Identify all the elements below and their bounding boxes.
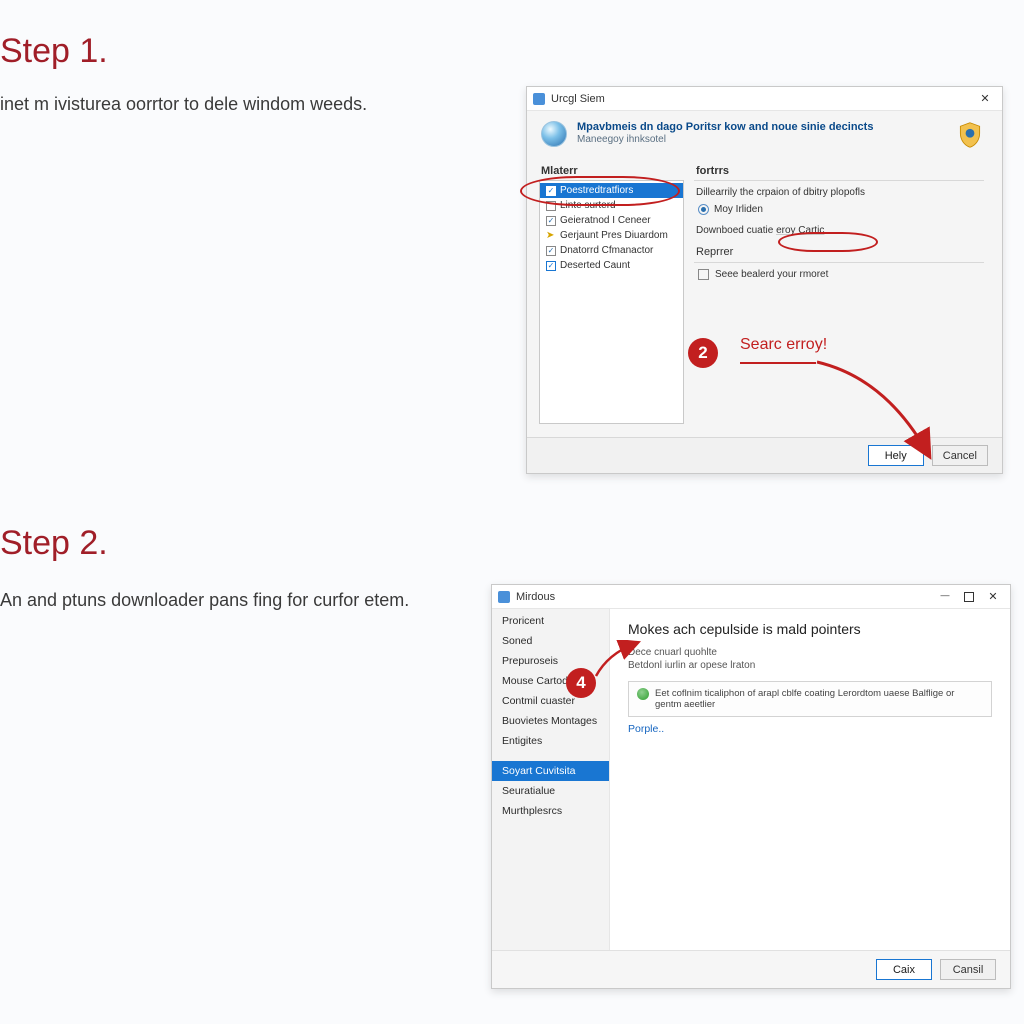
app-icon: [533, 93, 545, 105]
dialog-2: Mirdous Proricent Soned Prepuroseis Mous…: [491, 584, 1011, 989]
step2-heading: Step 2.: [0, 524, 108, 563]
dialog-1: Urcgl Siem Mpavbmeis dn dago Poritsr kow…: [526, 86, 1003, 474]
step1-body-text: inet m ivisturea oorrtor to dele windom …: [0, 92, 367, 116]
content-subtitle: Dece cnuarl quohlte: [628, 647, 992, 658]
repeat-check-label: Seee bealerd your rmoret: [715, 269, 828, 280]
sidebar-item-selected[interactable]: Soyart Cuvitsita: [492, 761, 609, 781]
content-subtitle: Betdonl iurlin ar opese lraton: [628, 660, 992, 671]
dialog2-titlebar: Mirdous: [492, 585, 1010, 609]
dialog1-titlebar: Urcgl Siem: [527, 87, 1002, 111]
cancel-button[interactable]: Cancel: [932, 445, 988, 466]
checkbox-icon: [698, 269, 709, 280]
content-title: Mokes ach cepulside is mald pointers: [628, 621, 992, 637]
tree-item-label: Dnatorrd Cfmanactor: [560, 245, 653, 256]
sidebar-item[interactable]: Murthplesrcs: [492, 801, 609, 821]
close-icon[interactable]: [974, 90, 996, 108]
sidebar-item[interactable]: Prepuroseis: [492, 651, 609, 671]
radio-label: Moy Irliden: [714, 204, 763, 215]
dialog2-sidebar: Proricent Soned Prepuroseis Mouse Cartod…: [492, 609, 610, 950]
repeat-checkbox-row[interactable]: Seee bealerd your rmoret: [698, 269, 990, 280]
checkbox-icon: ✓: [546, 246, 556, 256]
info-icon: [637, 688, 649, 700]
close-icon[interactable]: [982, 588, 1004, 606]
minimize-icon[interactable]: [934, 588, 956, 606]
sidebar-item[interactable]: Proricent: [492, 611, 609, 631]
dialog2-footer: Caix Cansil: [492, 950, 1010, 988]
sidebar-item[interactable]: Buovietes Montages: [492, 711, 609, 731]
radio-icon: [698, 204, 709, 215]
download-row: Downboed cuatie eroy Cartic: [696, 225, 990, 236]
tree-item-label: Gerjaunt Pres Diuardom: [560, 230, 668, 241]
sidebar-item[interactable]: Contmil cuaster: [492, 691, 609, 711]
info-text: Eet coflnim ticaliphon of arapl cblfe co…: [655, 688, 983, 710]
download-link[interactable]: eroy Cartic: [776, 225, 824, 236]
tree-item-label: Geieratnod I Ceneer: [560, 215, 651, 226]
people-link[interactable]: Porple..: [628, 723, 664, 735]
app-icon: [498, 591, 510, 603]
dialog2-content: Mokes ach cepulside is mald pointers Dec…: [610, 609, 1010, 950]
dialog2-title: Mirdous: [516, 591, 555, 603]
help-button[interactable]: Hely: [868, 445, 924, 466]
tree-item[interactable]: ✓ Geieratnod I Ceneer: [540, 213, 683, 228]
dialog1-header: Mpavbmeis dn dago Poritsr kow and noue s…: [527, 111, 1002, 159]
checkbox-icon: ✓: [546, 261, 556, 271]
tree-item[interactable]: Linte surterd: [540, 198, 683, 213]
dialog1-right-desc: Dillearrily the crpaion of dbitry plopof…: [696, 187, 990, 198]
dialog1-tree: ✓ Poestredtratfiors Linte surterd ✓ Geie…: [539, 180, 684, 424]
dialog1-title: Urcgl Siem: [551, 93, 605, 105]
tree-item[interactable]: ✓ Dnatorrd Cfmanactor: [540, 243, 683, 258]
ok-button[interactable]: Caix: [876, 959, 932, 980]
dialog1-right-heading: fortrrs: [696, 165, 990, 177]
dialog1-left-heading: Mlaterr: [541, 165, 684, 177]
dialog1-footer: Hely Cancel: [527, 437, 1002, 473]
dialog1-header-subtitle: Maneegoy ihnksotel: [577, 134, 873, 145]
checkbox-icon: ✓: [546, 216, 556, 226]
tree-item-label: Deserted Caunt: [560, 260, 630, 271]
arrow-icon: ➤: [546, 231, 556, 241]
sidebar-item[interactable]: Soned: [492, 631, 609, 651]
tree-item[interactable]: ➤ Gerjaunt Pres Diuardom: [540, 228, 683, 243]
step1-heading: Step 1.: [0, 32, 108, 71]
repeat-heading: Reprrer: [696, 246, 990, 258]
checkbox-icon: [546, 201, 556, 211]
tree-item[interactable]: ✓ Poestredtratfiors: [540, 183, 683, 198]
tree-item[interactable]: ✓ Deserted Caunt: [540, 258, 683, 273]
sidebar-item[interactable]: Seuratialue: [492, 781, 609, 801]
shield-icon: [956, 121, 984, 149]
tree-item-label: Linte surterd: [560, 200, 616, 211]
step2-body-text: An and ptuns downloader pans fing for cu…: [0, 588, 409, 612]
info-box: Eet coflnim ticaliphon of arapl cblfe co…: [628, 681, 992, 717]
tree-item-label: Poestredtratfiors: [560, 185, 633, 196]
checkbox-icon: ✓: [546, 186, 556, 196]
radio-option[interactable]: Moy Irliden: [698, 204, 990, 215]
maximize-icon[interactable]: [958, 588, 980, 606]
globe-icon: [541, 121, 567, 147]
cancel-button[interactable]: Cansil: [940, 959, 996, 980]
sidebar-item[interactable]: Entigites: [492, 731, 609, 751]
sidebar-item[interactable]: Mouse Cartodi: [492, 671, 609, 691]
dialog1-header-title: Mpavbmeis dn dago Poritsr kow and noue s…: [577, 121, 873, 133]
